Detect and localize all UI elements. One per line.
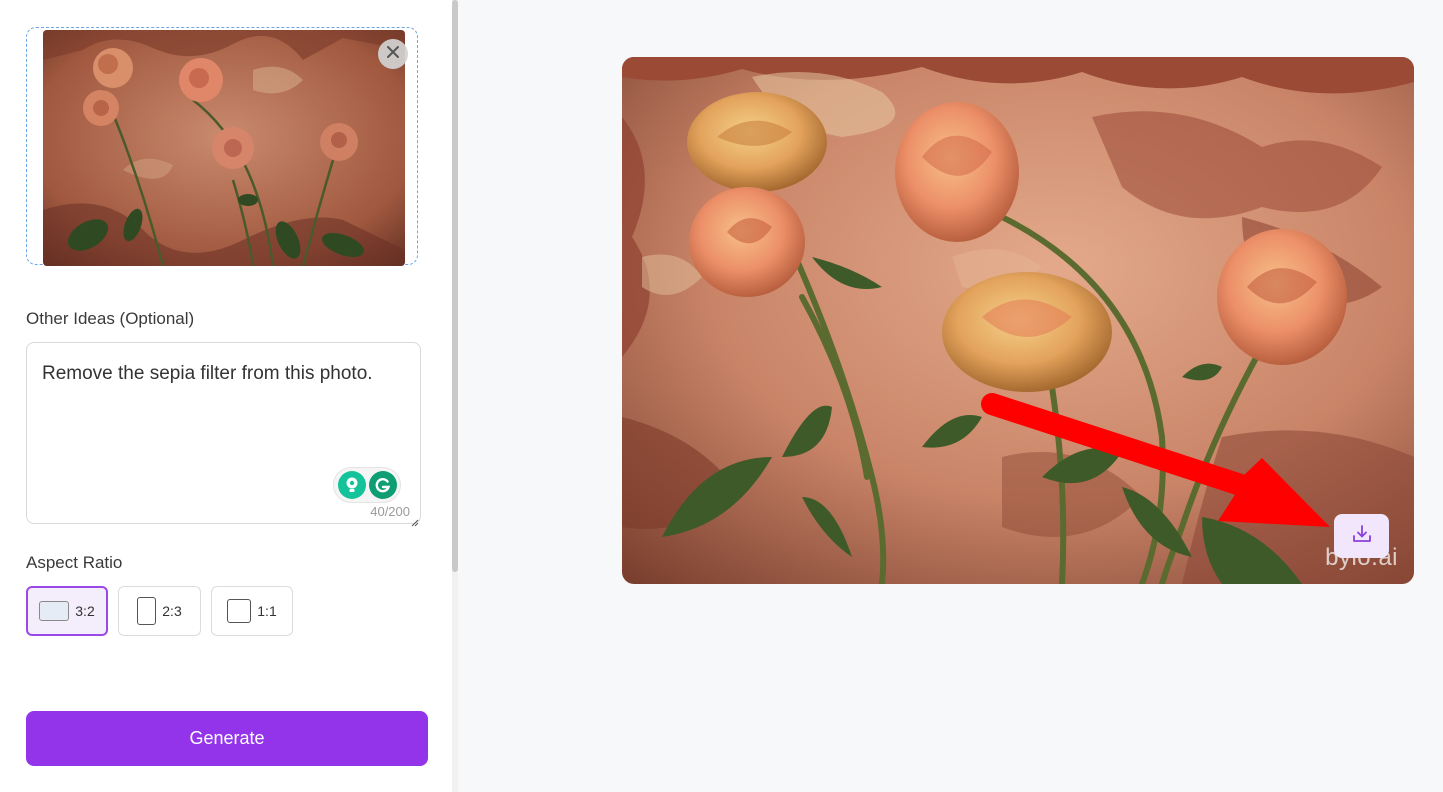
download-button[interactable] xyxy=(1334,514,1389,558)
aspect-ratio-label: Aspect Ratio xyxy=(26,553,123,572)
image-upload-area[interactable] xyxy=(26,27,418,266)
resize-handle-icon[interactable] xyxy=(411,514,419,527)
aspect-ratio-option-label: 1:1 xyxy=(257,603,277,619)
ideas-textarea-value[interactable]: Remove the sepia filter from this photo. xyxy=(42,363,373,385)
landscape-ratio-icon xyxy=(39,601,70,621)
close-icon xyxy=(386,45,400,64)
aspect-ratio-1-1-button[interactable]: 1:1 xyxy=(211,586,293,636)
aspect-ratio-option-label: 3:2 xyxy=(75,603,95,619)
square-ratio-icon xyxy=(227,599,252,623)
aspect-ratio-2-3-button[interactable]: 2:3 xyxy=(118,586,201,636)
scrollbar-thumb[interactable] xyxy=(452,0,458,572)
ideas-textarea[interactable]: Remove the sepia filter from this photo.… xyxy=(26,342,421,527)
uploaded-image-thumbnail xyxy=(43,30,405,266)
character-count: 40/200 xyxy=(370,504,410,519)
result-image-card: bylo.ai xyxy=(622,57,1414,584)
aspect-ratio-3-2-button[interactable]: 3:2 xyxy=(26,586,108,636)
aspect-ratio-option-label: 2:3 xyxy=(162,603,182,619)
lightbulb-icon[interactable] xyxy=(337,471,366,499)
other-ideas-label: Other Ideas (Optional) xyxy=(26,309,195,328)
download-icon xyxy=(1351,523,1373,550)
generate-button[interactable]: Generate xyxy=(26,711,428,766)
grammarly-widget[interactable] xyxy=(333,467,401,503)
generated-image xyxy=(622,57,1414,584)
grammarly-icon[interactable] xyxy=(368,471,397,499)
portrait-ratio-icon xyxy=(137,597,157,625)
settings-panel: Other Ideas (Optional) Remove the sepia … xyxy=(0,0,452,792)
remove-image-button[interactable] xyxy=(378,39,408,69)
